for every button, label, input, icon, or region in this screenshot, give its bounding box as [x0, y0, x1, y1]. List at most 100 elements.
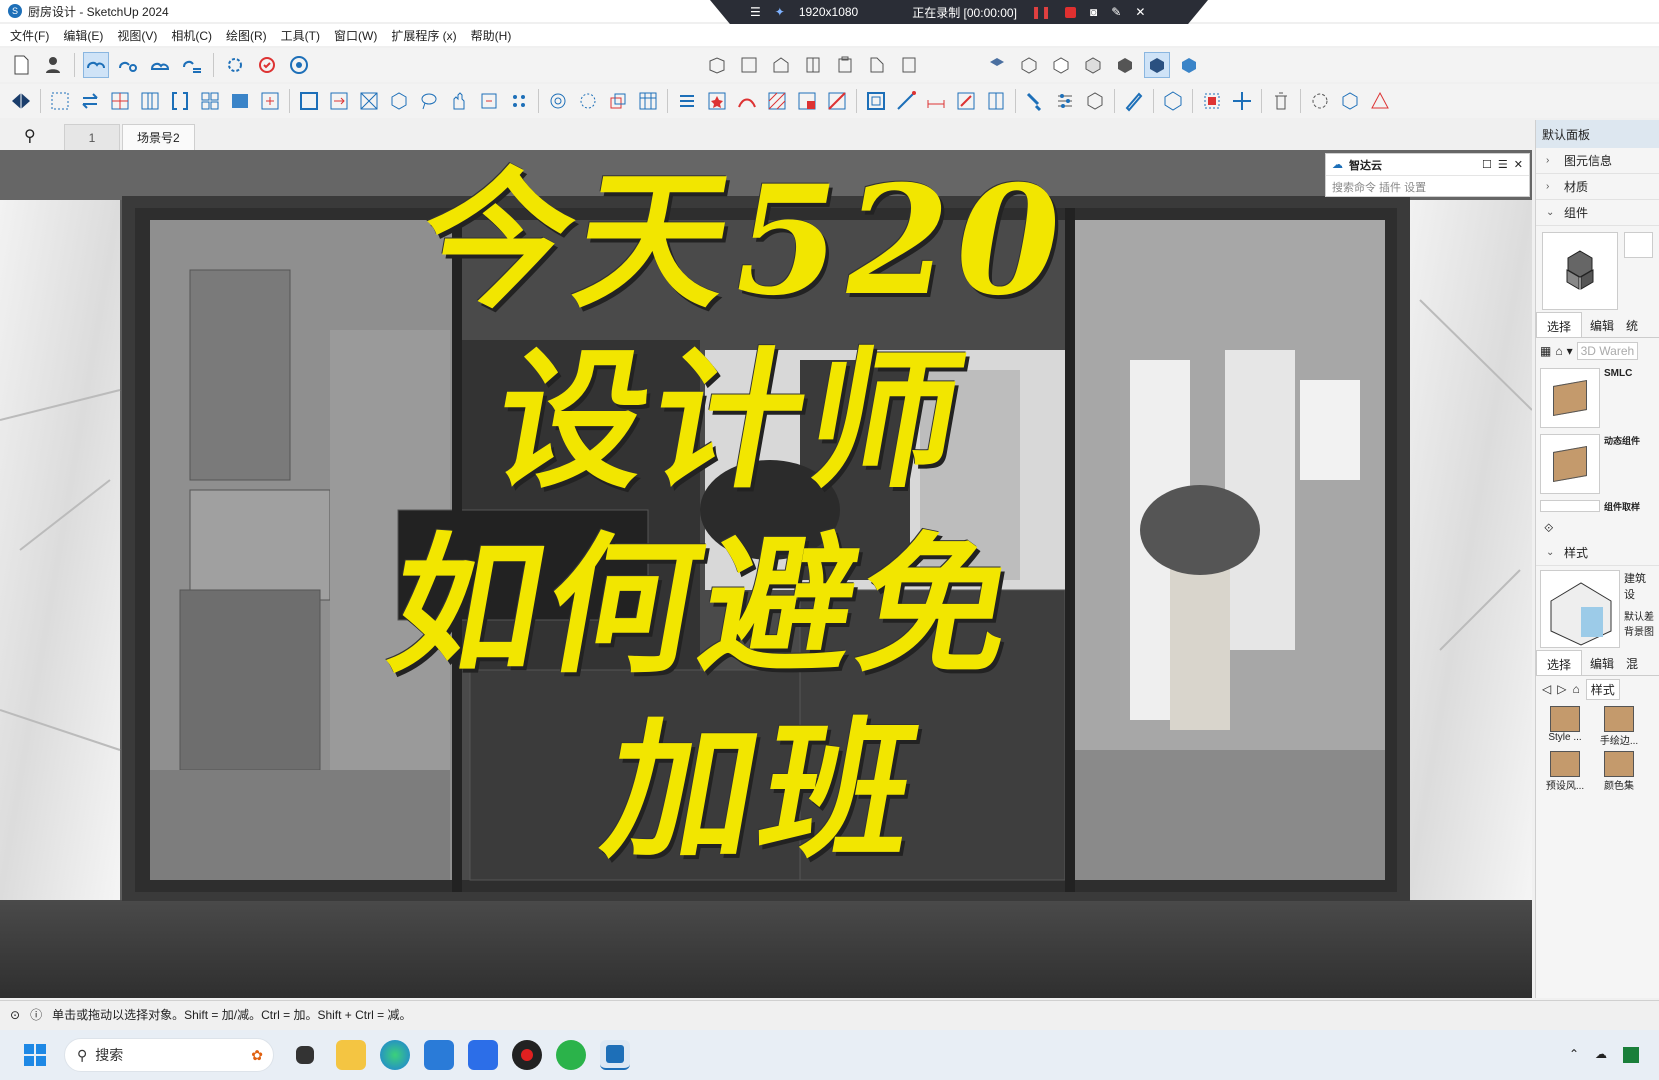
tray-styles[interactable]: ⌄ 样式 — [1536, 540, 1659, 566]
style-folder-item[interactable]: 颜色集 — [1594, 751, 1644, 792]
tray-materials[interactable]: › 材质 — [1536, 174, 1659, 200]
app-blue-icon[interactable] — [468, 1040, 498, 1070]
style-tab-select[interactable]: 选择 — [1536, 650, 1583, 675]
camera-icon[interactable]: ◙ — [1090, 5, 1097, 19]
style-tab-mix[interactable]: 混 — [1622, 650, 1642, 675]
tray-entity-info[interactable]: › 图元信息 — [1536, 148, 1659, 174]
menu-extensions[interactable]: 扩展程序 (x) — [391, 27, 456, 44]
menu-window[interactable]: 窗口(W) — [334, 27, 377, 44]
style-folder-item[interactable]: 手绘边... — [1594, 706, 1644, 747]
view-right-icon[interactable] — [800, 52, 826, 78]
component-name-field[interactable] — [1624, 232, 1653, 258]
view-left-icon[interactable] — [864, 52, 890, 78]
windows-start-icon[interactable] — [20, 1040, 50, 1070]
pause-icon[interactable]: ❚❚ — [1031, 5, 1051, 19]
tool-swap-icon[interactable] — [77, 88, 103, 114]
plugin-gear-icon[interactable] — [222, 52, 248, 78]
tray-components[interactable]: ⌄ 组件 — [1536, 200, 1659, 226]
tool-dimension-icon[interactable] — [923, 88, 949, 114]
tool-square-red-icon[interactable] — [1199, 88, 1225, 114]
cloud-search-icon[interactable] — [115, 52, 141, 78]
search-icon[interactable]: ⚲ — [24, 126, 36, 146]
user-icon[interactable] — [40, 52, 66, 78]
warehouse-search-input[interactable]: 3D Wareh — [1576, 342, 1639, 360]
chrome-icon[interactable] — [286, 52, 312, 78]
tool-pack-icon[interactable] — [476, 88, 502, 114]
component-item[interactable]: SMLC — [1540, 368, 1655, 428]
style-hidden-line-icon[interactable] — [1048, 52, 1074, 78]
style-monochrome-icon[interactable] — [1144, 52, 1170, 78]
style-wireframe-icon[interactable] — [1016, 52, 1042, 78]
task-view-icon[interactable] — [296, 1046, 314, 1064]
tab-edit[interactable]: 编辑 — [1582, 312, 1622, 337]
menu-icon[interactable]: ☰ — [1498, 158, 1508, 171]
view-iso-icon[interactable] — [704, 52, 730, 78]
pen-icon[interactable]: ✎ — [1111, 5, 1121, 19]
tool-bracket-icon[interactable] — [167, 88, 193, 114]
menu-camera[interactable]: 相机(C) — [171, 27, 212, 44]
tool-curve-icon[interactable] — [734, 88, 760, 114]
tool-half-icon[interactable] — [983, 88, 1009, 114]
close-panel-icon[interactable]: ✕ — [1514, 158, 1523, 171]
style-folder-select[interactable]: 样式 — [1585, 678, 1620, 700]
nvidia-icon[interactable] — [1623, 1047, 1639, 1063]
scene-tab-2[interactable]: 场景号2 — [122, 124, 195, 150]
chevron-up-icon[interactable]: ⌃ — [1569, 1047, 1579, 1063]
menu-file[interactable]: 文件(F) — [10, 27, 49, 44]
tool-target-icon[interactable] — [545, 88, 571, 114]
refresh-check-icon[interactable] — [254, 52, 280, 78]
tab-stats[interactable]: 统 — [1622, 312, 1642, 337]
info-icon[interactable]: ⓘ — [30, 1006, 42, 1023]
stop-icon[interactable] — [1065, 6, 1077, 18]
component-item[interactable]: 动态组件 — [1540, 434, 1655, 494]
tool-dots-icon[interactable] — [506, 88, 532, 114]
home-icon[interactable]: ⌂ — [1555, 344, 1562, 358]
cloud-list-icon[interactable] — [179, 52, 205, 78]
record-icon[interactable] — [512, 1040, 542, 1070]
tool-trash-icon[interactable] — [1268, 88, 1294, 114]
style-color-icon[interactable] — [1176, 52, 1202, 78]
tab-select[interactable]: 选择 — [1536, 312, 1583, 337]
menu-tools[interactable]: 工具(T) — [281, 27, 320, 44]
style-folder-item[interactable]: Style ... — [1540, 706, 1590, 747]
menu-edit[interactable]: 编辑(E) — [63, 27, 103, 44]
menu-help[interactable]: 帮助(H) — [471, 27, 512, 44]
tool-hex-icon[interactable] — [1160, 88, 1186, 114]
tool-list-icon[interactable] — [674, 88, 700, 114]
store-icon[interactable] — [424, 1040, 454, 1070]
tool-warning-icon[interactable] — [1367, 88, 1393, 114]
maximize-icon[interactable]: ☐ — [1482, 158, 1492, 171]
tool-grid-edit-icon[interactable] — [107, 88, 133, 114]
tool-layers-icon[interactable] — [605, 88, 631, 114]
file-explorer-icon[interactable] — [336, 1040, 366, 1070]
view-front-icon[interactable] — [768, 52, 794, 78]
tool-paint-icon[interactable] — [1022, 88, 1048, 114]
menu-view[interactable]: 视图(V) — [117, 27, 157, 44]
wechat-icon[interactable] — [556, 1040, 586, 1070]
taskbar-search[interactable]: ⚲ 搜索 ✿ — [64, 1038, 274, 1072]
tool-window-icon[interactable] — [794, 88, 820, 114]
tool-slash-icon[interactable] — [953, 88, 979, 114]
view-bottom-icon[interactable] — [896, 52, 922, 78]
view-options-icon[interactable]: ▦ — [1540, 344, 1551, 358]
recorder-menu-icon[interactable]: ☰ — [750, 5, 761, 19]
cloud-sync-icon[interactable] — [83, 52, 109, 78]
view-back-icon[interactable] — [832, 52, 858, 78]
tool-grid4-icon[interactable] — [197, 88, 223, 114]
tool-lasso-icon[interactable] — [416, 88, 442, 114]
tool-package-icon[interactable] — [1337, 88, 1363, 114]
cloud-upload-icon[interactable] — [147, 52, 173, 78]
style-tab-edit[interactable]: 编辑 — [1582, 650, 1622, 675]
style-textured-icon[interactable] — [1112, 52, 1138, 78]
geolocation-icon[interactable]: ⊙ — [10, 1008, 20, 1022]
tool-pen-icon[interactable] — [1121, 88, 1147, 114]
close-icon[interactable]: ✕ — [1135, 5, 1145, 19]
forward-icon[interactable]: ▷ — [1557, 682, 1566, 696]
tool-cross-icon[interactable] — [356, 88, 382, 114]
home-icon[interactable]: ⌂ — [1572, 682, 1579, 696]
tool-erase-icon[interactable] — [824, 88, 850, 114]
tool-sliders-icon[interactable] — [1052, 88, 1078, 114]
tool-measure-icon[interactable] — [893, 88, 919, 114]
tool-number-icon[interactable] — [575, 88, 601, 114]
tool-frame-icon[interactable] — [863, 88, 889, 114]
